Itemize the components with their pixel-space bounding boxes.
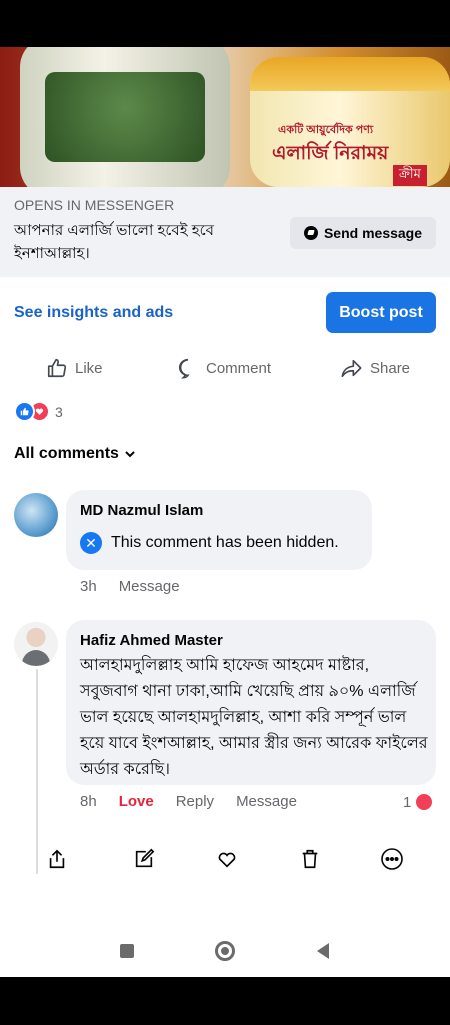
send-message-button[interactable]: Send message bbox=[290, 217, 436, 249]
comment-reaction-count[interactable]: 1 bbox=[403, 792, 435, 812]
cta-eyebrow: OPENS IN MESSENGER bbox=[14, 197, 175, 213]
messenger-icon bbox=[303, 226, 318, 240]
comment-author[interactable]: Hafiz Ahmed Master bbox=[80, 632, 223, 649]
avatar-hafiz-ahmed-master[interactable] bbox=[14, 622, 58, 666]
comment-love-link[interactable]: Love bbox=[119, 793, 154, 810]
share-label: Share bbox=[370, 359, 411, 377]
all-comments-label: All comments bbox=[14, 445, 119, 462]
ad-image[interactable]: একটি আয়ুর্বেদিক পণ্য এলার্জি নিরাময় ক্… bbox=[0, 47, 450, 187]
comment-label: Comment bbox=[206, 359, 272, 377]
back-icon[interactable] bbox=[311, 939, 335, 963]
reaction-summary[interactable]: 3 bbox=[14, 401, 63, 422]
share-button[interactable]: Share bbox=[340, 357, 410, 379]
bottom-toolbar bbox=[0, 847, 450, 877]
system-navigation-bar bbox=[0, 927, 450, 977]
edit-icon[interactable] bbox=[132, 847, 156, 871]
comment-text: আলহামদুলিল্লাহ আমি হাফেজ আহমেদ মাষ্টার, … bbox=[80, 657, 428, 778]
chevron-down-icon bbox=[125, 451, 135, 458]
comment-message-link[interactable]: Message bbox=[119, 578, 180, 595]
share-arrow-icon bbox=[341, 359, 362, 378]
share-out-icon[interactable] bbox=[45, 847, 69, 871]
reaction-count: 3 bbox=[55, 403, 63, 420]
comment-meta: 8h Love Reply Message bbox=[80, 793, 297, 810]
all-comments-dropdown[interactable]: All comments bbox=[14, 445, 135, 463]
cta-title: আপনার এলার্জি ভালো হবেই হবে ইনশাআল্লাহ। bbox=[14, 222, 214, 262]
app-screen: একটি আয়ুর্বেদিক পণ্য এলার্জি নিরাময় ক্… bbox=[0, 47, 450, 977]
like-label: Like bbox=[75, 359, 103, 377]
heart-icon[interactable] bbox=[215, 847, 239, 871]
comment-author[interactable]: MD Nazmul Islam bbox=[80, 502, 203, 519]
like-button[interactable]: Like bbox=[46, 357, 103, 379]
comment-icon bbox=[179, 358, 190, 379]
more-icon[interactable] bbox=[380, 847, 404, 871]
reply-thread-line bbox=[36, 669, 38, 874]
comment-message-link[interactable]: Message bbox=[236, 793, 297, 810]
boost-post-button[interactable]: Boost post bbox=[326, 292, 436, 333]
comment-bubble-hidden[interactable]: MD Nazmul Islam ✕ This comment has been … bbox=[66, 490, 372, 570]
avatar-md-nazmul-islam[interactable] bbox=[14, 493, 58, 537]
hidden-x-icon: ✕ bbox=[80, 532, 102, 554]
like-reaction-icon bbox=[14, 401, 35, 422]
love-count-value: 1 bbox=[403, 793, 412, 811]
hidden-comment-notice: ✕ This comment has been hidden. bbox=[80, 532, 339, 554]
product-jar-left bbox=[20, 47, 230, 187]
comment-meta: 3h Message bbox=[80, 578, 180, 595]
home-icon[interactable] bbox=[213, 939, 237, 963]
trash-icon[interactable] bbox=[298, 847, 322, 871]
comment-button[interactable]: Comment bbox=[177, 357, 271, 379]
love-reaction-icon bbox=[414, 792, 435, 812]
hidden-comment-text: This comment has been hidden. bbox=[111, 534, 339, 551]
comment-time: 3h bbox=[80, 578, 97, 595]
recent-apps-icon[interactable] bbox=[115, 939, 139, 963]
thumbs-up-icon bbox=[47, 358, 67, 378]
see-insights-link[interactable]: See insights and ads bbox=[14, 304, 173, 322]
comment-time: 8h bbox=[80, 793, 97, 810]
ad-cta-panel[interactable]: OPENS IN MESSENGER আপনার এলার্জি ভালো হব… bbox=[0, 187, 450, 277]
send-message-label: Send message bbox=[323, 225, 423, 241]
comment-reply-link[interactable]: Reply bbox=[176, 793, 214, 810]
comment-bubble[interactable]: Hafiz Ahmed Master আলহামদুলিল্লাহ আমি হা… bbox=[66, 620, 436, 785]
jar-label-tag: ক্রীম bbox=[393, 165, 427, 186]
jar-label-title: এলার্জি নিরাময় bbox=[272, 143, 389, 164]
jar-label-text: একটি আয়ুর্বেদিক পণ্য bbox=[278, 124, 374, 136]
